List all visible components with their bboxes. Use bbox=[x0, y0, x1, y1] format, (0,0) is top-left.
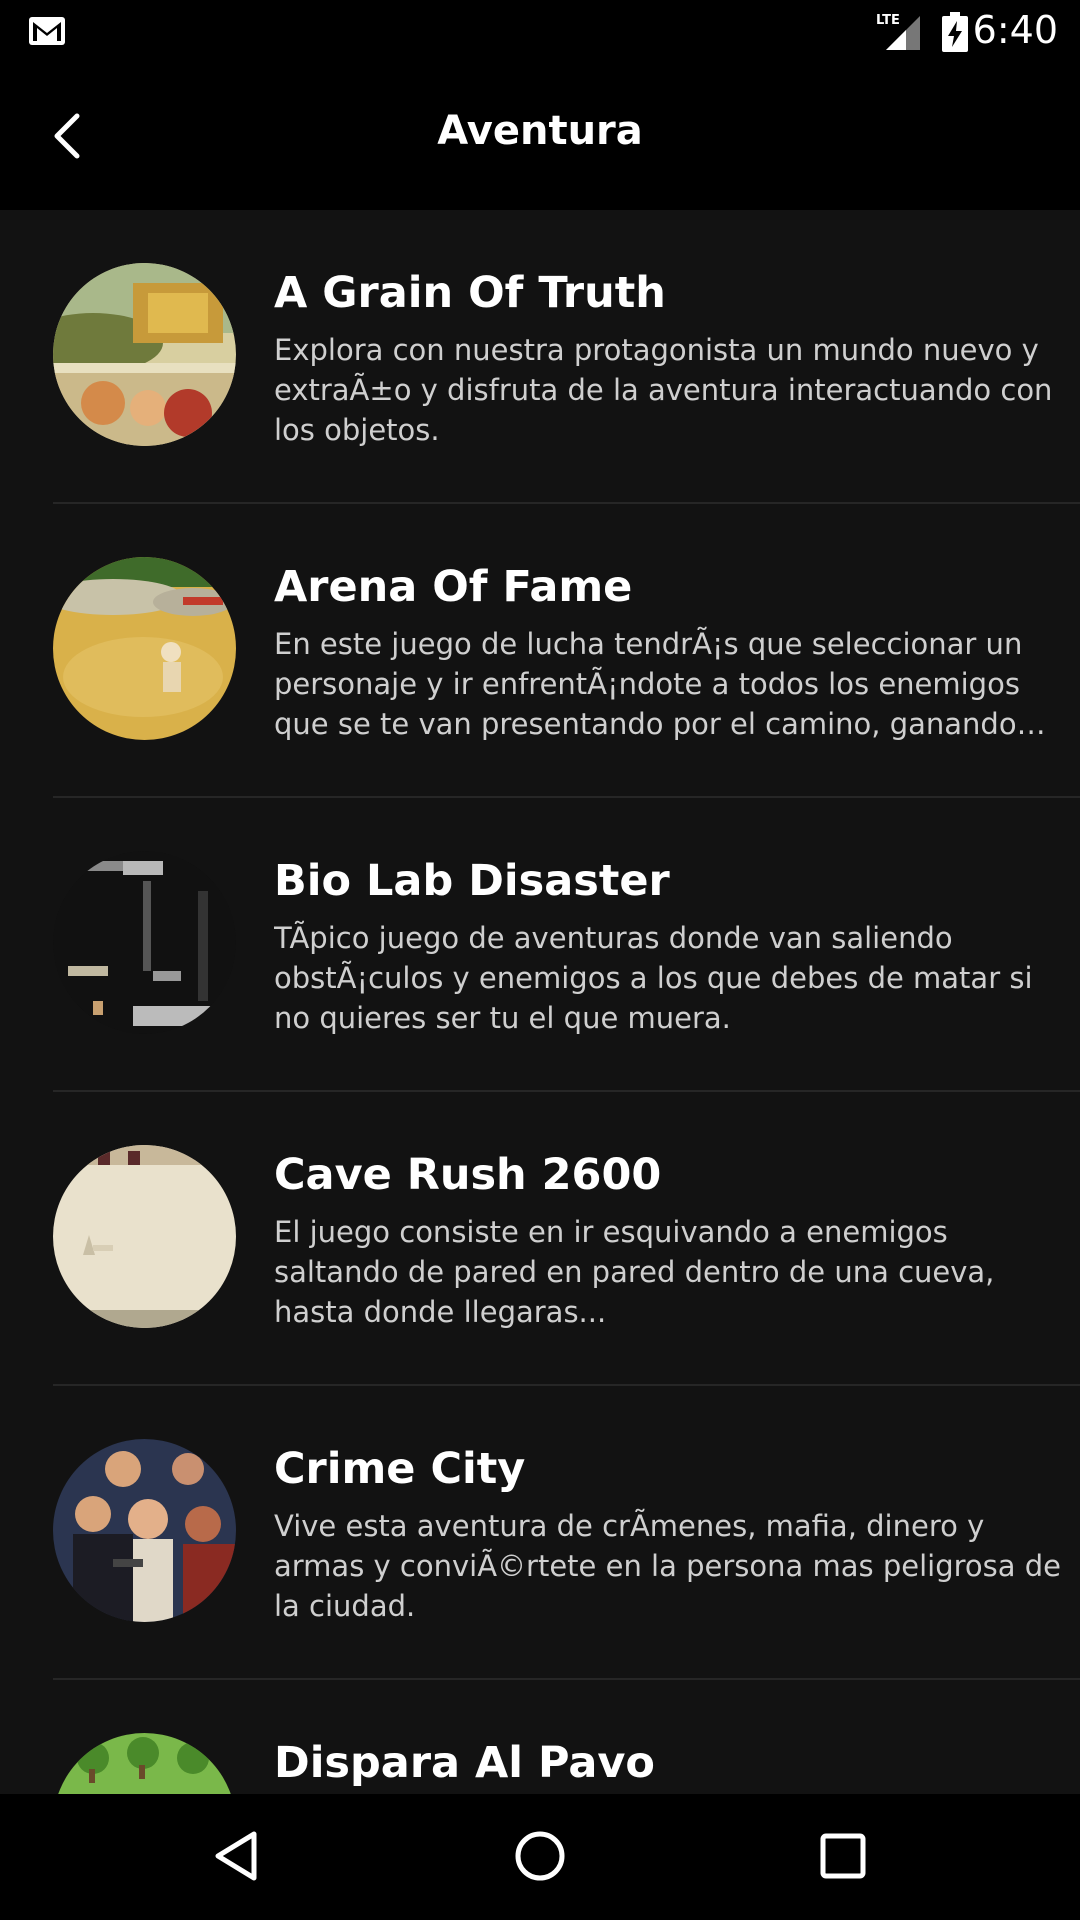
mail-icon bbox=[28, 16, 66, 50]
list-item[interactable]: Cave Rush 2600 El juego consiste en ir e… bbox=[53, 1092, 1080, 1386]
app-bar: Aventura bbox=[0, 64, 1080, 210]
game-list[interactable]: A Grain Of Truth Explora con nuestra pro… bbox=[0, 210, 1080, 1794]
game-title: Bio Lab Disaster bbox=[274, 856, 670, 906]
game-thumbnail bbox=[53, 263, 236, 446]
network-label: LTE bbox=[876, 13, 900, 28]
game-thumbnail bbox=[53, 1145, 236, 1328]
game-thumbnail bbox=[53, 1439, 236, 1622]
game-description: El juego consiste en ir esquivando a ene… bbox=[274, 1215, 995, 1329]
nav-back-button[interactable] bbox=[196, 1818, 276, 1898]
nav-home-icon bbox=[514, 1830, 566, 1886]
game-title: Arena Of Fame bbox=[274, 562, 633, 612]
game-title: Dispara Al Pavo bbox=[274, 1738, 655, 1788]
list-item[interactable]: A Grain Of Truth Explora con nuestra pro… bbox=[53, 210, 1080, 504]
game-thumbnail bbox=[53, 557, 236, 740]
list-item[interactable]: Arena Of Fame En este juego de lucha ten… bbox=[53, 504, 1080, 798]
game-description: En este juego de lucha tendrÃ¡s que sele… bbox=[274, 627, 1023, 741]
status-bar: LTE 6:40 bbox=[0, 0, 1080, 64]
list-item[interactable]: Crime City Vive esta aventura de crÃmene… bbox=[53, 1386, 1080, 1680]
lte-signal-icon: LTE bbox=[876, 12, 922, 56]
nav-back-icon bbox=[212, 1830, 260, 1886]
nav-home-button[interactable] bbox=[500, 1818, 580, 1898]
status-time: 6:40 bbox=[972, 8, 1058, 52]
game-description: Vive esta aventura de crÃmenes, mafia, d… bbox=[274, 1509, 1061, 1623]
game-thumbnail bbox=[53, 851, 236, 1034]
nav-recents-icon bbox=[819, 1832, 867, 1884]
list-item[interactable]: Bio Lab Disaster TÃpico juego de aventur… bbox=[53, 798, 1080, 1092]
page-title: Aventura bbox=[437, 108, 643, 154]
game-title: Crime City bbox=[274, 1444, 526, 1494]
game-title: A Grain Of Truth bbox=[274, 268, 666, 318]
list-item[interactable]: Dispara Al Pavo bbox=[53, 1680, 1080, 1794]
battery-charging-icon bbox=[942, 12, 968, 56]
game-title: Cave Rush 2600 bbox=[274, 1150, 662, 1200]
game-description: Explora con nuestra protagonista un mund… bbox=[274, 333, 1053, 447]
game-description: TÃpico juego de aventuras donde van sali… bbox=[274, 921, 1033, 1035]
nav-recents-button[interactable] bbox=[803, 1818, 883, 1898]
navigation-bar bbox=[0, 1794, 1080, 1920]
game-thumbnail bbox=[53, 1733, 236, 1794]
